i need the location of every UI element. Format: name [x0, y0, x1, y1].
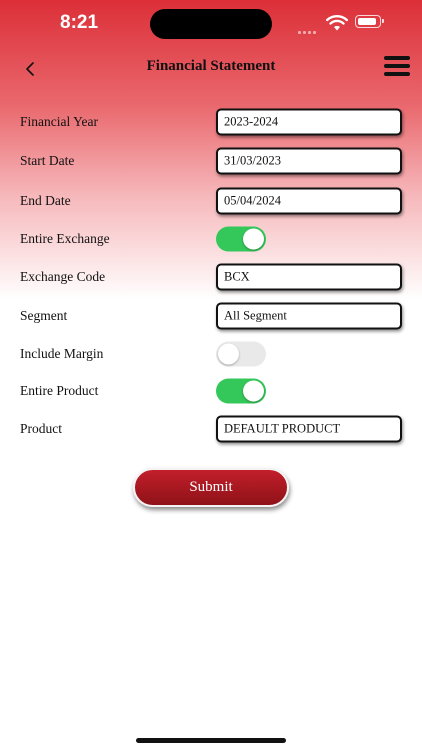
product-field[interactable] [216, 415, 402, 443]
include-margin-label: Include Margin [20, 346, 104, 361]
row-entire-exchange: Entire Exchange [0, 219, 422, 259]
toggle-knob [218, 343, 239, 365]
entire-exchange-toggle[interactable] [216, 226, 266, 252]
financial-year-label: Financial Year [20, 114, 98, 129]
entire-product-toggle[interactable] [216, 378, 266, 404]
status-time: 8:21 [60, 12, 99, 33]
row-include-margin: Include Margin [0, 334, 422, 374]
start-date-field[interactable] [216, 147, 402, 175]
row-segment: Segment [0, 296, 422, 336]
entire-product-label: Entire Product [20, 383, 99, 398]
entire-exchange-label: Entire Exchange [20, 231, 110, 246]
home-indicator [136, 738, 286, 743]
submit-button[interactable]: Submit [133, 468, 289, 507]
product-label: Product [20, 421, 62, 436]
back-button[interactable] [16, 56, 44, 82]
hamburger-menu-icon [384, 56, 410, 76]
app-header: Financial Statement [0, 48, 422, 88]
financial-year-field[interactable] [216, 108, 402, 136]
battery-icon [355, 15, 384, 28]
include-margin-toggle[interactable] [216, 341, 266, 367]
toggle-knob [243, 380, 264, 402]
wifi-icon [326, 15, 348, 31]
row-financial-year: Financial Year [0, 102, 422, 142]
row-exchange-code: Exchange Code [0, 257, 422, 297]
end-date-field[interactable] [216, 187, 402, 215]
row-entire-product: Entire Product [0, 371, 422, 411]
page-title: Financial Statement [146, 58, 276, 74]
status-bar: 8:21 [0, 0, 422, 48]
chevron-left-icon [26, 62, 34, 76]
exchange-code-label: Exchange Code [20, 269, 106, 284]
row-start-date: Start Date [0, 141, 422, 181]
start-date-label: Start Date [20, 153, 75, 168]
menu-button[interactable] [384, 56, 410, 78]
segment-field[interactable] [216, 302, 402, 330]
segment-label: Segment [20, 308, 68, 323]
row-product: Product [0, 409, 422, 449]
dynamic-island [150, 9, 272, 39]
signal-icon [298, 21, 320, 34]
end-date-label: End Date [20, 193, 71, 208]
exchange-code-field[interactable] [216, 263, 402, 291]
toggle-knob [243, 228, 264, 250]
row-end-date: End Date [0, 181, 422, 221]
